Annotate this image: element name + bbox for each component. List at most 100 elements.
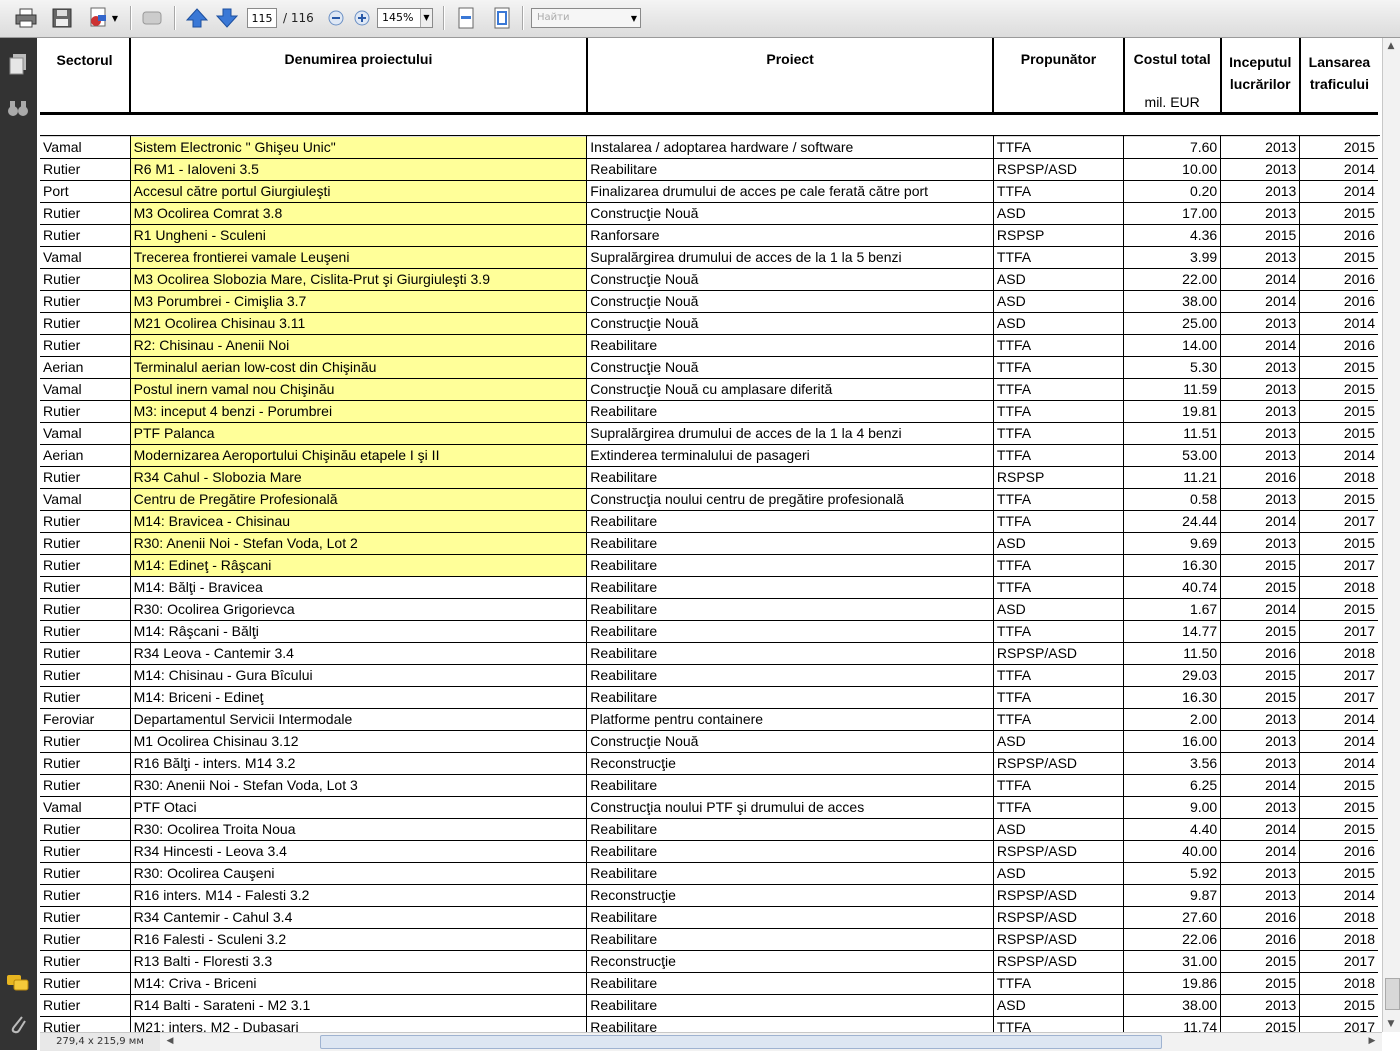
search-input[interactable]: Найти (531, 8, 641, 28)
cell-project-type: Supralărgirea drumului de acces de la 1 … (586, 246, 994, 269)
scroll-up-icon[interactable]: ▲ (1383, 38, 1399, 54)
cell-start-year: 2013 (1220, 246, 1301, 269)
cell-cost: 5.92 (1123, 862, 1222, 885)
cell-sector: Rutier (40, 664, 131, 687)
cell-project-name: PTF Palanca (130, 422, 588, 445)
table-row: Rutier M3 Porumbrei - Cimişlia 3.7 Constru… (40, 290, 1378, 313)
cell-proposer: RSPSP/ASD (993, 884, 1125, 907)
cell-proposer: ASD (993, 532, 1125, 555)
page-number-input[interactable]: 115 (247, 8, 277, 28)
cell-project-name: Sistem Electronic " Ghişeu Unic" (130, 136, 588, 159)
cell-project-name: R14 Balti - Sarateni - M2 3.1 (130, 994, 588, 1017)
cell-start-year: 2015 (1220, 972, 1301, 995)
next-page-icon[interactable] (215, 6, 239, 30)
cell-project-name: R34 Cantemir - Cahul 3.4 (130, 906, 588, 929)
cell-start-year: 2016 (1220, 906, 1301, 929)
cell-traffic-year: 2018 (1299, 576, 1378, 599)
scroll-thumb-horizontal[interactable] (320, 1035, 1162, 1049)
cell-cost: 31.00 (1123, 950, 1222, 973)
table-row: Rutier M21: inters. M2 - Dubasari Reabilit… (40, 1016, 1378, 1032)
attachment-icon[interactable] (6, 1012, 30, 1036)
cell-cost: 38.00 (1123, 994, 1222, 1017)
cell-cost: 24.44 (1123, 510, 1222, 533)
cell-project-name: M3: inceput 4 benzi - Porumbrei (130, 400, 588, 423)
save-icon[interactable] (50, 6, 74, 30)
comments-icon[interactable] (6, 972, 30, 996)
cell-project-name: R34 Hincesti - Leova 3.4 (130, 840, 588, 863)
cell-start-year: 2013 (1220, 796, 1301, 819)
cell-project-type: Construcţie Nouă (586, 290, 994, 313)
pages-icon[interactable] (6, 52, 30, 76)
cell-start-year: 2013 (1220, 730, 1301, 753)
scroll-left-icon[interactable]: ◀ (162, 1033, 178, 1049)
cell-start-year: 2014 (1220, 818, 1301, 841)
cell-project-name: M1 Ocolirea Chisinau 3.12 (130, 730, 588, 753)
cell-project-name: PTF Otaci (130, 796, 588, 819)
cell-cost: 11.51 (1123, 422, 1222, 445)
cell-project-name: M14: Briceni - Edineţ (130, 686, 588, 709)
zoom-out-icon[interactable] (324, 6, 348, 30)
cell-start-year: 2013 (1220, 378, 1301, 401)
cell-proposer: ASD (993, 268, 1125, 291)
export-pdf-icon[interactable] (86, 6, 110, 30)
previous-page-icon[interactable] (185, 6, 209, 30)
cell-cost: 19.81 (1123, 400, 1222, 423)
cell-start-year: 2015 (1220, 686, 1301, 709)
table-row: Rutier R34 Hincesti - Leova 3.4 Reabilitar… (40, 840, 1378, 863)
cell-proposer: TTFA (993, 664, 1125, 687)
fit-width-icon[interactable] (454, 6, 478, 30)
cell-project-name: R30: Ocolirea Grigorievca (130, 598, 588, 621)
zoom-in-icon[interactable] (350, 6, 374, 30)
table-row: Vamal Sistem Electronic " Ghişeu Unic" Ins… (40, 136, 1378, 159)
chevron-down-icon[interactable]: ▼ (420, 9, 432, 27)
toolbar: ▼ 115 / 116 145% ▼ Найти ▼ (0, 0, 1400, 38)
table-row: Rutier R13 Balti - Floresti 3.3 Reconstruc… (40, 950, 1378, 973)
table-row: Rutier R30: Ocolirea Grigorievca Reabilita… (40, 598, 1378, 621)
table-row: Rutier R30: Ocolirea Cauşeni Reabilitare AS… (40, 862, 1378, 885)
cell-project-type: Reabilitare (586, 1016, 994, 1032)
cell-traffic-year: 2017 (1299, 950, 1378, 973)
cell-traffic-year: 2015 (1299, 136, 1378, 159)
cell-project-type: Reabilitare (586, 510, 994, 533)
hand-tool-icon[interactable] (140, 6, 164, 30)
cell-sector: Rutier (40, 972, 131, 995)
cell-project-name: M14: Râşcani - Bălţi (130, 620, 588, 643)
scroll-thumb[interactable] (1385, 978, 1400, 1010)
cell-sector: Rutier (40, 906, 131, 929)
cell-sector: Rutier (40, 576, 131, 599)
cell-cost: 10.00 (1123, 158, 1222, 181)
print-icon[interactable] (14, 6, 38, 30)
scroll-down-icon[interactable]: ▼ (1383, 1016, 1399, 1032)
fit-page-icon[interactable] (490, 6, 514, 30)
table-row: Rutier M3: inceput 4 benzi - Porumbrei Rea… (40, 400, 1378, 423)
cell-traffic-year: 2015 (1299, 598, 1378, 621)
cell-project-name: M3 Ocolirea Comrat 3.8 (130, 202, 588, 225)
cell-cost: 16.30 (1123, 686, 1222, 709)
cell-start-year: 2013 (1220, 312, 1301, 335)
cell-start-year: 2013 (1220, 862, 1301, 885)
chevron-down-icon[interactable]: ▼ (108, 6, 122, 30)
cell-sector: Rutier (40, 950, 131, 973)
vertical-scrollbar[interactable]: ▲ ▼ (1382, 38, 1400, 1032)
cell-sector: Rutier (40, 752, 131, 775)
chevron-down-icon[interactable]: ▼ (627, 6, 641, 30)
zoom-select[interactable]: 145% ▼ (377, 8, 433, 28)
scroll-right-icon[interactable]: ▶ (1364, 1033, 1380, 1049)
zoom-value: 145% (382, 11, 414, 24)
table-row: Vamal PTF Otaci Construcţia noului PTF şi … (40, 796, 1378, 819)
cell-project-type: Reconstrucţie (586, 950, 994, 973)
cell-project-type: Reabilitare (586, 774, 994, 797)
cell-sector: Rutier (40, 642, 131, 665)
navigation-sidebar (0, 38, 37, 1050)
table-row: Port Accesul către portul Giurgiuleşti Fin… (40, 180, 1378, 203)
cell-sector: Feroviar (40, 708, 131, 731)
cell-project-type: Reabilitare (586, 862, 994, 885)
cell-traffic-year: 2015 (1299, 532, 1378, 555)
cell-sector: Port (40, 180, 131, 203)
binoculars-icon[interactable] (6, 96, 30, 120)
horizontal-scrollbar[interactable]: ◀ ▶ (160, 1032, 1382, 1051)
cell-cost: 53.00 (1123, 444, 1222, 467)
cell-project-name: Terminalul aerian low-cost din Chişinău (130, 356, 588, 379)
cell-project-type: Construcţie Nouă (586, 202, 994, 225)
table-row: Rutier M14: Bălţi - Bravicea Reabilitare TT… (40, 576, 1378, 599)
